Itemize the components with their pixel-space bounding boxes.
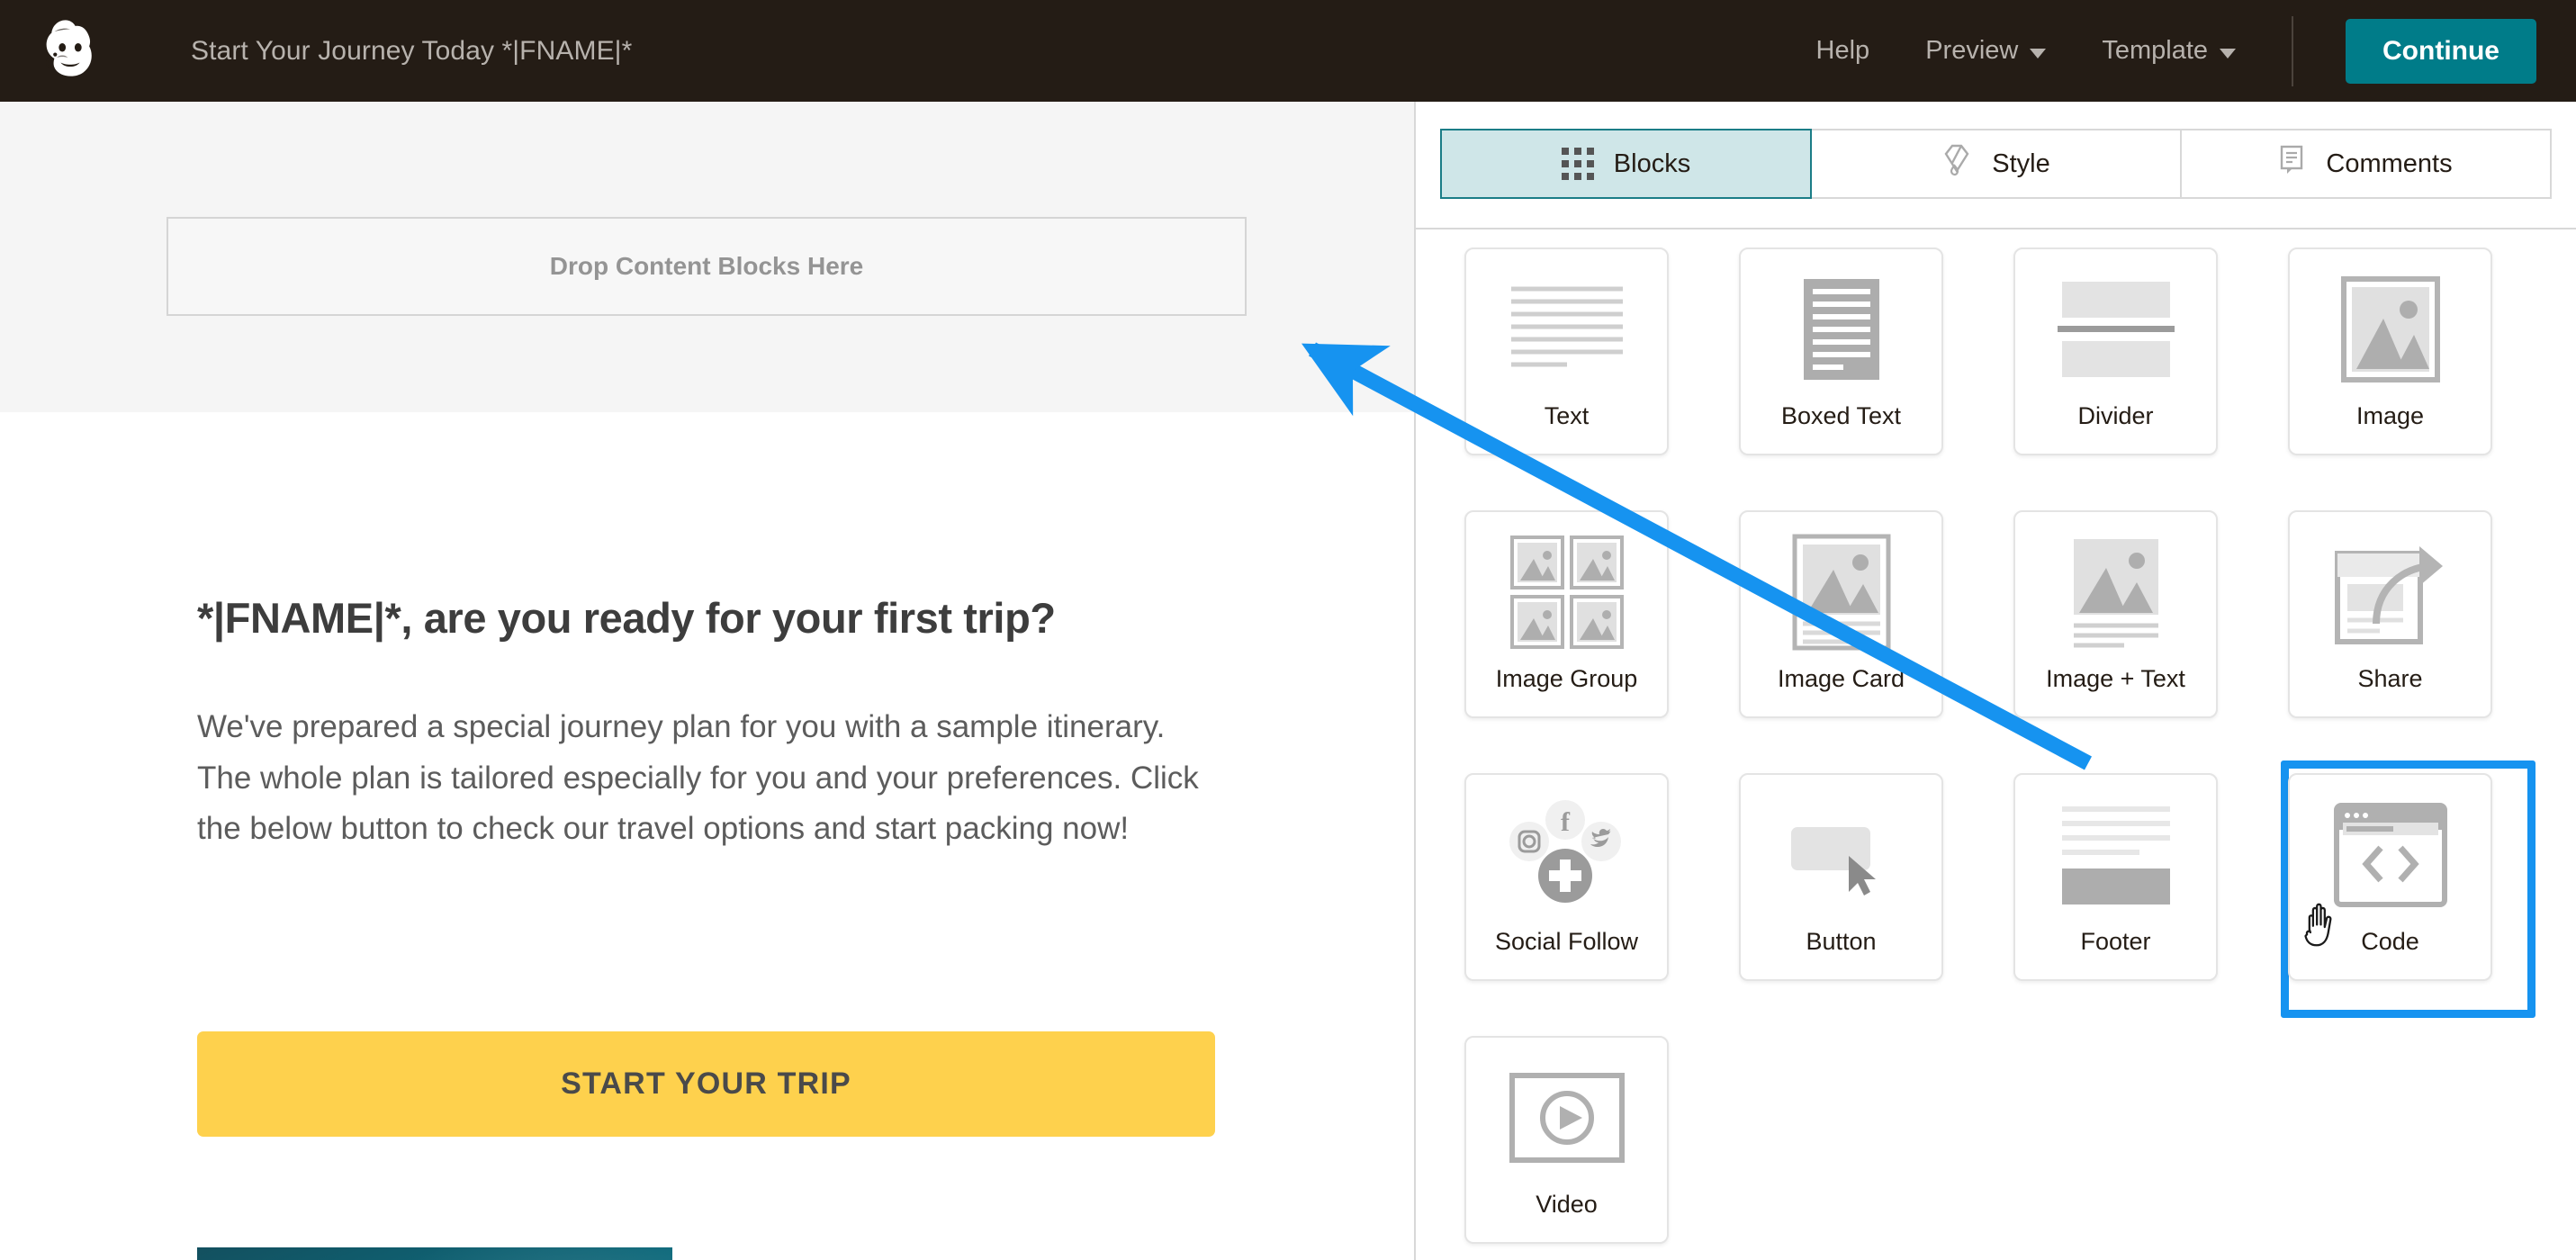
email-photo-mountains[interactable] (197, 1247, 672, 1260)
start-your-trip-button[interactable]: START YOUR TRIP (197, 1031, 1215, 1137)
block-label-text: Text (1544, 402, 1590, 429)
block-card-footer[interactable]: Footer (2013, 773, 2218, 981)
top-navigation: Help Preview Template Continue (1816, 0, 2576, 102)
block-label-image-group: Image Group (1495, 665, 1638, 692)
dropzone-band: Drop Content Blocks Here (0, 102, 1414, 412)
block-cell-text: Text (1443, 248, 1690, 484)
chevron-down-icon (2220, 49, 2237, 58)
block-label-code: Code (2361, 928, 2419, 955)
block-label-footer: Footer (2080, 928, 2151, 955)
email-preview-canvas: Drop Content Blocks Here *|FNAME|*, are … (0, 102, 1414, 1260)
nav-item-help-label: Help (1815, 36, 1870, 65)
svg-text:f: f (1561, 807, 1571, 837)
block-card-image-card[interactable]: Image Card (1739, 510, 1943, 718)
block-cell-boxed-text: Boxed Text (1717, 248, 1965, 484)
social-follow-icon: f (1466, 788, 1667, 922)
block-label-boxed-text: Boxed Text (1780, 402, 1902, 429)
block-cell-image-card: Image Card (1717, 510, 1965, 747)
button-cursor-icon (1741, 788, 1941, 922)
block-cell-social-follow: f Social Follow (1443, 773, 1690, 1010)
nav-item-preview-label: Preview (1925, 36, 2019, 65)
image-icon (2290, 262, 2490, 397)
block-card-code[interactable]: Code (2288, 773, 2492, 981)
block-card-social-follow[interactable]: f Social Follow (1464, 773, 1669, 981)
block-cell-divider: Divider (1992, 248, 2239, 484)
block-label-image: Image (2355, 402, 2425, 429)
chevron-down-icon (2030, 49, 2047, 58)
panel-tab-bar: Blocks Style Comments (1440, 129, 2552, 199)
block-card-share[interactable]: Share (2288, 510, 2492, 718)
block-label-image-card: Image Card (1777, 665, 1905, 692)
top-header-bar: Start Your Journey Today *|FNAME|* Help … (0, 0, 2576, 102)
block-label-button: Button (1806, 928, 1877, 955)
drop-content-blocks-zone[interactable]: Drop Content Blocks Here (167, 217, 1247, 316)
boxed-text-icon (1741, 262, 1941, 397)
blocks-side-panel: Blocks Style Comments Text Boxed Text Di… (1414, 102, 2576, 1260)
mailchimp-email-designer: Start Your Journey Today *|FNAME|* Help … (0, 0, 2576, 1260)
code-browser-icon (2290, 788, 2490, 922)
tab-comments-label: Comments (2326, 148, 2453, 178)
block-label-video: Video (1536, 1191, 1598, 1218)
block-cell-button: Button (1717, 773, 1965, 1010)
block-cell-image-plus-text: Image + Text (1992, 510, 2239, 747)
share-arrow-icon (2290, 525, 2490, 660)
block-label-share: Share (2357, 665, 2423, 692)
block-label-image-plus-text: Image + Text (2046, 665, 2185, 692)
paint-style-icon (1941, 143, 1972, 184)
block-label-divider: Divider (2077, 402, 2154, 429)
tab-style-label: Style (1992, 148, 2050, 178)
nav-item-template[interactable]: Template (2102, 36, 2237, 66)
content-blocks-grid: Text Boxed Text Divider Image Image Grou… (1443, 248, 2550, 1260)
campaign-title: Start Your Journey Today *|FNAME|* (191, 35, 633, 66)
divider-icon (2015, 262, 2216, 397)
email-sub-heading[interactable]: Mountains and Nature? (736, 1254, 1087, 1260)
continue-button[interactable]: Continue (2346, 18, 2536, 84)
footer-icon (2015, 788, 2216, 922)
block-card-image-group[interactable]: Image Group (1464, 510, 1669, 718)
nav-item-template-label: Template (2102, 36, 2209, 65)
block-cell-image-group: Image Group (1443, 510, 1690, 747)
image-card-icon (1741, 525, 1941, 660)
tab-blocks[interactable]: Blocks (1440, 129, 1812, 199)
grid-dots-icon (1561, 148, 1594, 180)
text-lines-icon (1466, 262, 1667, 397)
block-card-text[interactable]: Text (1464, 248, 1669, 455)
block-card-image[interactable]: Image (2288, 248, 2492, 455)
block-card-boxed-text[interactable]: Boxed Text (1739, 248, 1943, 455)
block-cell-share: Share (2266, 510, 2514, 747)
block-card-video[interactable]: Video (1464, 1036, 1669, 1244)
image-group-icon (1466, 525, 1667, 660)
block-cell-code: Code (2266, 760, 2535, 1018)
mailchimp-freddie-logo[interactable] (27, 9, 113, 95)
tab-comments[interactable]: Comments (2182, 129, 2552, 199)
block-card-image-plus-text[interactable]: Image + Text (2013, 510, 2218, 718)
nav-item-preview[interactable]: Preview (1925, 36, 2047, 66)
email-heading[interactable]: *|FNAME|*, are you ready for your first … (197, 593, 1277, 643)
block-card-divider[interactable]: Divider (2013, 248, 2218, 455)
image-plus-text-icon (2015, 525, 2216, 660)
video-play-icon (1466, 1050, 1667, 1185)
block-label-social-follow: Social Follow (1494, 928, 1639, 955)
block-cell-image: Image (2266, 248, 2514, 484)
nav-item-help[interactable]: Help (1816, 36, 1870, 66)
tab-blocks-label: Blocks (1613, 148, 1691, 178)
tab-style[interactable]: Style (1812, 129, 2182, 199)
nav-divider (2292, 15, 2294, 86)
block-cell-video: Video (1443, 1036, 1690, 1260)
tab-underline (1414, 228, 2576, 230)
email-paragraph[interactable]: We've prepared a special journey plan fo… (197, 702, 1214, 855)
comment-bubble-icon (2279, 144, 2306, 184)
block-card-button[interactable]: Button (1739, 773, 1943, 981)
block-cell-footer: Footer (1992, 773, 2239, 1010)
